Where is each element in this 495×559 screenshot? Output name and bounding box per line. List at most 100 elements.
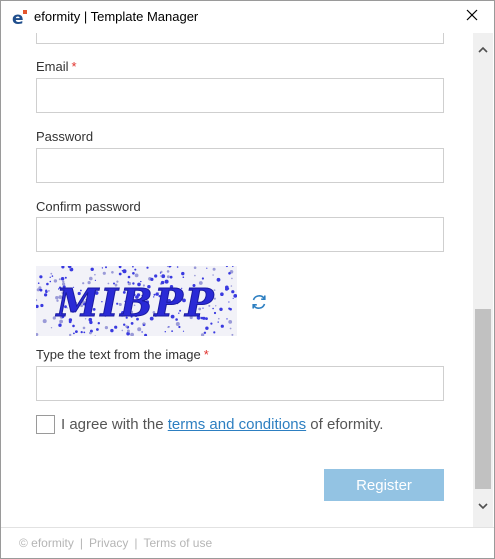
close-icon: [466, 8, 478, 26]
captcha-noise-dot: [232, 297, 234, 299]
captcha-noise-dot: [166, 275, 170, 279]
captcha-noise-dot: [181, 271, 185, 276]
captcha-noise-dot: [231, 333, 234, 336]
captcha-noise-dot: [228, 272, 231, 275]
captcha-noise-dot: [127, 275, 131, 279]
captcha-noise-dot: [126, 329, 130, 333]
captcha-noise-dot: [171, 330, 174, 332]
captcha-noise-dot: [46, 282, 49, 286]
captcha-noise-dot: [193, 266, 197, 269]
chevron-up-icon: [477, 43, 489, 61]
scroll-thumb[interactable]: [475, 309, 491, 489]
captcha-noise-dot: [230, 285, 233, 287]
previous-field-input[interactable]: [36, 33, 444, 44]
window-title: eformity | Template Manager: [34, 9, 199, 24]
email-field[interactable]: [36, 78, 444, 113]
captcha-noise-dot: [166, 270, 170, 273]
captcha-noise-dot: [159, 272, 162, 274]
captcha-noise-dot: [49, 280, 52, 283]
captcha-noise-dot: [50, 272, 53, 275]
confirm-password-field[interactable]: [36, 217, 444, 252]
scroll-up-button[interactable]: [473, 43, 493, 61]
captcha-noise-dot: [121, 270, 124, 272]
captcha-noise-dot: [40, 303, 44, 308]
captcha-noise-dot: [64, 276, 67, 279]
captcha-noise-dot: [164, 331, 166, 333]
password-label: Password: [36, 129, 94, 144]
app-window: e eformity | Template Manager Email * Pas…: [0, 0, 495, 559]
close-button[interactable]: [450, 1, 494, 33]
captcha-noise-dot: [220, 292, 224, 296]
captcha-noise-dot: [203, 331, 207, 334]
captcha-noise-dot: [146, 266, 149, 269]
copyright-text: © eformity: [19, 536, 74, 550]
captcha-noise-dot: [134, 268, 137, 271]
captcha-noise-dot: [132, 272, 135, 275]
captcha-noise-dot: [218, 317, 220, 320]
captcha-noise-dot: [212, 267, 216, 271]
password-field[interactable]: [36, 148, 444, 183]
captcha-noise-dot: [39, 275, 43, 279]
captcha-noise-dot: [206, 267, 208, 269]
captcha-noise-dot: [42, 319, 47, 324]
register-button[interactable]: Register: [324, 469, 444, 501]
svg-text:e: e: [12, 9, 24, 26]
captcha-noise-dot: [134, 273, 139, 278]
captcha-noise-dot: [122, 269, 127, 274]
captcha-noise-dot: [232, 266, 234, 268]
captcha-noise-dot: [229, 327, 232, 330]
captcha-noise-dot: [200, 333, 205, 336]
captcha-noise-dot: [37, 282, 40, 284]
captcha-noise-dot: [159, 275, 162, 277]
captcha-noise-dot: [226, 318, 228, 320]
captcha-noise-dot: [125, 325, 128, 328]
captcha-noise-dot: [75, 330, 78, 333]
captcha-noise-dot: [114, 325, 118, 329]
terms-of-use-link[interactable]: Terms of use: [143, 536, 212, 550]
captcha-noise-dot: [220, 324, 224, 328]
captcha-input[interactable]: [36, 366, 444, 401]
captcha-noise-dot: [154, 274, 158, 278]
captcha-noise-dot: [233, 294, 237, 298]
captcha-noise-dot: [231, 277, 233, 280]
footer-separator: |: [134, 536, 138, 550]
captcha-noise-dot: [52, 316, 56, 320]
captcha-noise-dot: [118, 266, 122, 269]
captcha-label: Type the text from the image *: [36, 347, 209, 362]
refresh-captcha-button[interactable]: [249, 292, 269, 312]
captcha-noise-dot: [69, 333, 72, 336]
terms-link[interactable]: terms and conditions: [168, 416, 306, 433]
captcha-noise-dot: [212, 274, 214, 276]
captcha-noise-dot: [144, 333, 148, 336]
captcha-noise-dot: [169, 275, 173, 279]
captcha-noise-dot: [44, 293, 48, 297]
registration-form: Email * Password Confirm password MIBPP T…: [5, 33, 473, 527]
captcha-noise-dot: [49, 276, 51, 278]
captcha-noise-dot: [161, 274, 166, 279]
eformity-logo-icon: e: [11, 8, 29, 29]
captcha-noise-dot: [61, 266, 65, 269]
captcha-noise-dot: [166, 266, 169, 268]
captcha-noise-dot: [36, 304, 39, 309]
captcha-noise-dot: [141, 331, 143, 333]
captcha-noise-dot: [105, 266, 107, 269]
email-label: Email *: [36, 59, 77, 74]
captcha-noise-dot: [225, 266, 228, 268]
captcha-noise-dot: [50, 327, 53, 329]
scroll-down-button[interactable]: [473, 499, 493, 517]
captcha-noise-dot: [94, 335, 96, 336]
terms-checkbox[interactable]: [36, 415, 55, 434]
captcha-noise-dot: [228, 320, 233, 324]
captcha-image: MIBPP: [36, 266, 237, 336]
chevron-down-icon: [477, 499, 489, 517]
captcha-noise-dot: [137, 327, 142, 332]
captcha-noise-dot: [111, 271, 114, 274]
title-bar: e eformity | Template Manager: [1, 1, 494, 33]
privacy-link[interactable]: Privacy: [89, 536, 128, 550]
vertical-scrollbar[interactable]: [473, 33, 493, 527]
captcha-noise-dot: [205, 326, 209, 330]
captcha-noise-dot: [39, 289, 41, 291]
captcha-noise-dot: [132, 266, 134, 268]
captcha-noise-dot: [168, 266, 171, 268]
captcha-noise-dot: [69, 267, 71, 270]
